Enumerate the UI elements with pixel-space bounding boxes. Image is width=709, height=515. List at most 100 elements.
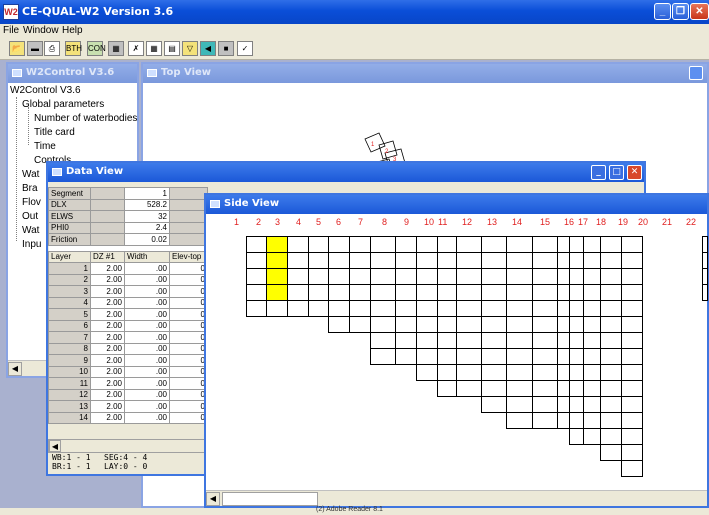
check-icon[interactable]: ✓	[237, 41, 253, 56]
grid-cell[interactable]	[621, 268, 643, 285]
elev-cell[interactable]: 0	[169, 308, 208, 321]
side-view-titlebar[interactable]: Side View	[206, 195, 707, 214]
width-cell[interactable]: .00	[124, 400, 170, 413]
grid-cell[interactable]	[600, 364, 622, 381]
elev-cell[interactable]: 0	[169, 365, 208, 378]
scroll-left-icon[interactable]: ◀	[49, 440, 61, 452]
grid-cell[interactable]	[416, 332, 438, 349]
grid-cell[interactable]	[370, 300, 396, 317]
grid-cell[interactable]	[481, 348, 507, 365]
grid-cell[interactable]	[600, 332, 622, 349]
elev-cell[interactable]: 0	[169, 273, 208, 286]
side-view-scrollbar[interactable]: ◀	[206, 490, 707, 506]
grid-cell[interactable]	[583, 332, 601, 349]
grid-cell[interactable]	[456, 348, 482, 365]
grid-cell[interactable]	[569, 284, 584, 301]
menu-window[interactable]: Window	[23, 25, 59, 36]
grid-cell[interactable]	[437, 364, 457, 381]
width-cell[interactable]: .00	[124, 308, 170, 321]
width-cell[interactable]: .00	[124, 296, 170, 309]
top-view-minimize-button[interactable]	[689, 66, 703, 80]
elev-cell[interactable]: 0	[169, 377, 208, 390]
grid-cell[interactable]	[456, 316, 482, 333]
grid-cell[interactable]	[437, 300, 457, 317]
data-view-close-button[interactable]: ✕	[627, 165, 642, 180]
grid-cell[interactable]	[437, 236, 457, 253]
grid-cell[interactable]	[370, 348, 396, 365]
elev-cell[interactable]: 0	[169, 331, 208, 344]
width-cell[interactable]: .00	[124, 377, 170, 390]
grid-cell[interactable]	[308, 252, 329, 269]
grid-cell[interactable]	[349, 268, 371, 285]
grid-cell[interactable]	[583, 364, 601, 381]
grid-cell[interactable]	[621, 428, 643, 445]
grid-cell[interactable]	[416, 348, 438, 365]
filter-icon[interactable]: ▽	[182, 41, 198, 56]
grid-cell[interactable]	[481, 252, 507, 269]
grid-cell[interactable]	[481, 364, 507, 381]
highlighted-cell[interactable]	[266, 268, 288, 285]
tree-item-root[interactable]: W2Control V3.6	[10, 85, 81, 96]
grid-cell[interactable]	[532, 348, 558, 365]
grid-cell[interactable]	[532, 236, 558, 253]
grid-cell[interactable]	[349, 236, 371, 253]
grid-cell[interactable]	[437, 284, 457, 301]
grid-cell[interactable]	[600, 444, 622, 461]
grid-cell[interactable]	[621, 364, 643, 381]
grid-gray-icon[interactable]: ▦	[108, 41, 124, 56]
bth-icon[interactable]: BTH	[65, 41, 82, 56]
width-cell[interactable]: .00	[124, 342, 170, 355]
bottom-scrollbar[interactable]: (2) Adobe Reader 8.1	[0, 506, 709, 515]
grid-cell[interactable]	[246, 252, 267, 269]
menu-help[interactable]: Help	[62, 25, 83, 36]
grid-cell[interactable]	[308, 236, 329, 253]
param-value[interactable]: 32	[124, 210, 170, 223]
grid-cell[interactable]	[481, 284, 507, 301]
grid-cell[interactable]	[370, 268, 396, 285]
grid-cell[interactable]	[532, 332, 558, 349]
grid-cell[interactable]	[621, 380, 643, 397]
elev-cell[interactable]: 0	[169, 262, 208, 275]
grid-cell[interactable]	[328, 300, 350, 317]
dz-cell[interactable]: 2.00	[90, 319, 125, 332]
grid-cell[interactable]	[506, 332, 533, 349]
elev-cell[interactable]: 0	[169, 388, 208, 401]
grid-cell[interactable]	[621, 412, 643, 429]
grid-cell[interactable]	[308, 268, 329, 285]
grid-cell[interactable]	[287, 300, 309, 317]
grid-cell[interactable]	[481, 268, 507, 285]
wind-icon[interactable]: ✗	[128, 41, 144, 56]
grid-cell[interactable]	[621, 316, 643, 333]
tree-item-time[interactable]: Time	[34, 141, 56, 152]
grid-cell[interactable]	[621, 284, 643, 301]
width-cell[interactable]: .00	[124, 285, 170, 298]
data-view-titlebar[interactable]: Data View _ □ ✕	[48, 163, 644, 182]
scroll-left-icon[interactable]: ◀	[8, 362, 22, 376]
grid-cell[interactable]	[506, 364, 533, 381]
grid-cell[interactable]	[395, 300, 417, 317]
grid-cell[interactable]	[456, 268, 482, 285]
grid-cell[interactable]	[569, 428, 584, 445]
grid-cell[interactable]	[349, 252, 371, 269]
elev-cell[interactable]: 0	[169, 342, 208, 355]
grid-cell[interactable]	[349, 316, 371, 333]
grid-cell[interactable]	[246, 284, 267, 301]
grid-cell[interactable]	[437, 268, 457, 285]
grid-cell[interactable]	[569, 316, 584, 333]
grid-scrollbar[interactable]: ◀	[48, 439, 208, 453]
width-cell[interactable]: .00	[124, 319, 170, 332]
width-cell[interactable]: .00	[124, 411, 170, 424]
grid-cell[interactable]	[583, 316, 601, 333]
grid-cell[interactable]	[395, 316, 417, 333]
grid-cell[interactable]	[532, 268, 558, 285]
grid-cell[interactable]	[416, 316, 438, 333]
grid-cell[interactable]	[621, 348, 643, 365]
dz-cell[interactable]: 2.00	[90, 342, 125, 355]
grid-cell[interactable]	[600, 252, 622, 269]
grid-cell[interactable]	[328, 316, 350, 333]
grid-cell[interactable]	[702, 268, 708, 285]
grid-cell[interactable]	[437, 332, 457, 349]
grid-cell[interactable]	[328, 252, 350, 269]
grid-cell[interactable]	[437, 316, 457, 333]
grid-cell[interactable]	[569, 396, 584, 413]
